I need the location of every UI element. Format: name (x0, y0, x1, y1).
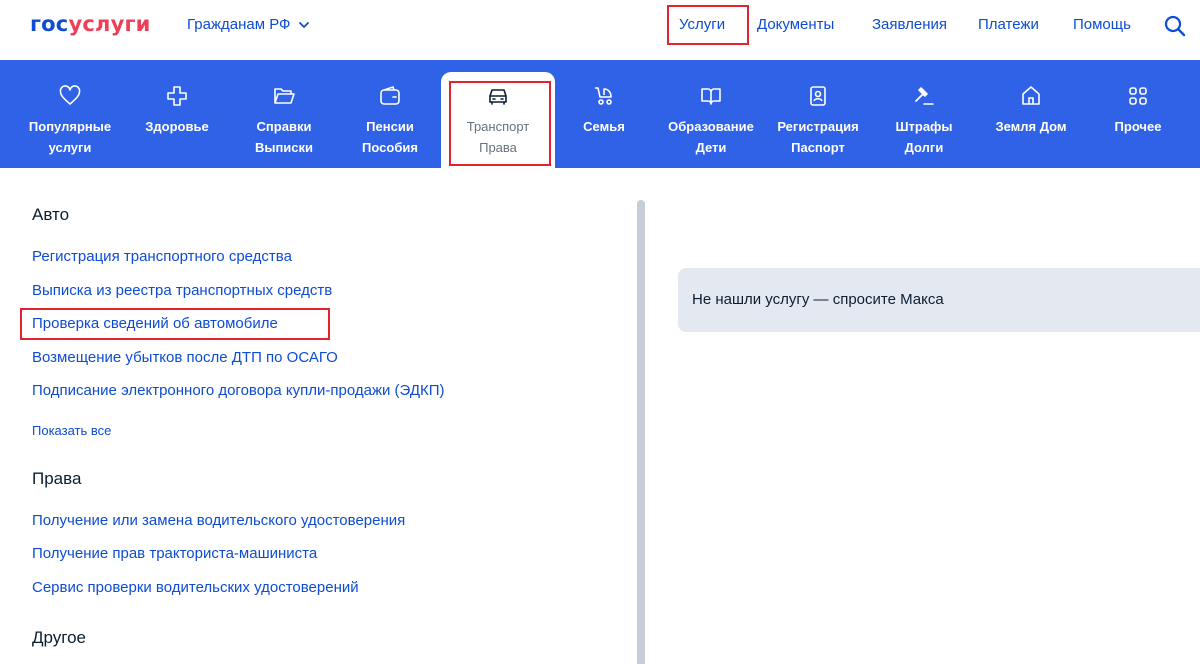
section-title-rights: Права (32, 469, 82, 488)
ask-max-text: Не нашли услугу — спросите Макса (692, 291, 944, 308)
show-all-link[interactable]: Показать все (32, 423, 111, 438)
gosuslugi-logo[interactable]: госуслуги (30, 12, 151, 36)
category-label: Пенсии Пособия (362, 119, 418, 155)
category-label: Прочее (1114, 119, 1162, 134)
category-bar: Популярные услуги Здоровье Справки Выпис… (0, 60, 1200, 168)
logo-part-uslugi: услуги (68, 12, 151, 36)
passport-icon (810, 86, 826, 106)
category-certificates[interactable]: Справки Выписки (234, 60, 334, 168)
category-label: Земля Дом (995, 119, 1067, 134)
category-popular[interactable]: Популярные услуги (14, 60, 126, 168)
category-other[interactable]: Прочее (1098, 60, 1178, 168)
stroller-icon (595, 87, 612, 105)
category-pensions[interactable]: Пенсии Пособия (345, 60, 435, 168)
category-label: Семья (583, 119, 625, 134)
category-label: Транспорт Права (466, 119, 530, 155)
link-vehicle-registration[interactable]: Регистрация транспортного средства (32, 248, 292, 265)
link-tractor-license[interactable]: Получение прав тракториста-машиниста (32, 545, 317, 562)
category-health[interactable]: Здоровье (132, 60, 222, 168)
folder-icon (274, 88, 295, 104)
ask-max-card[interactable]: Не нашли услугу — спросите Макса (678, 268, 1200, 332)
category-label: Штрафы Долги (895, 119, 953, 155)
plus-cross-icon (167, 86, 187, 106)
link-vehicle-registry-extract[interactable]: Выписка из реестра транспортных средств (32, 282, 332, 299)
nav-payments[interactable]: Платежи (978, 16, 1039, 33)
category-label: Справки Выписки (254, 119, 314, 155)
section-title-other: Другое (32, 628, 87, 647)
search-icon[interactable] (1163, 14, 1187, 38)
category-label: Образование Дети (668, 119, 754, 155)
chevron-down-icon (299, 21, 310, 28)
nav-help[interactable]: Помощь (1073, 16, 1131, 33)
link-edkp-signing[interactable]: Подписание электронного договора купли-п… (32, 382, 445, 399)
section-title-auto: Авто (32, 205, 70, 224)
link-driver-license[interactable]: Получение или замена водительского удост… (32, 512, 405, 529)
category-label: Регистрация Паспорт (777, 119, 859, 155)
category-fines[interactable]: Штрафы Долги (880, 60, 968, 168)
grid-icon (1129, 87, 1147, 105)
logo-part-gos: гос (30, 12, 69, 36)
nav-applications[interactable]: Заявления (872, 16, 947, 33)
category-registration[interactable]: Регистрация Паспорт (768, 60, 868, 168)
nav-services[interactable]: Услуги (679, 16, 725, 33)
category-label: Популярные услуги (28, 119, 112, 155)
category-family[interactable]: Семья (565, 60, 643, 168)
car-icon (489, 89, 507, 105)
scrollbar[interactable] (637, 200, 645, 664)
region-selector[interactable]: Гражданам РФ (187, 16, 310, 33)
nav-documents[interactable]: Документы (757, 16, 834, 33)
category-label: Здоровье (145, 119, 209, 134)
gavel-icon (915, 87, 934, 105)
book-icon (701, 88, 721, 105)
house-icon (1022, 86, 1040, 105)
wallet-icon (380, 86, 400, 105)
category-education[interactable]: Образование Дети (660, 60, 762, 168)
region-label: Гражданам РФ (187, 16, 291, 33)
header: госуслуги Гражданам РФ Услуги Документы … (0, 0, 1200, 60)
link-license-check[interactable]: Сервис проверки водительских удостоверен… (32, 579, 359, 596)
category-transport[interactable]: Транспорт Права (441, 72, 555, 168)
link-osago-damage[interactable]: Возмещение убытков после ДТП по ОСАГО (32, 349, 338, 366)
category-land-house[interactable]: Земля Дом (984, 60, 1078, 168)
heart-icon (59, 85, 81, 105)
link-car-info-check[interactable]: Проверка сведений об автомобиле (32, 315, 278, 332)
